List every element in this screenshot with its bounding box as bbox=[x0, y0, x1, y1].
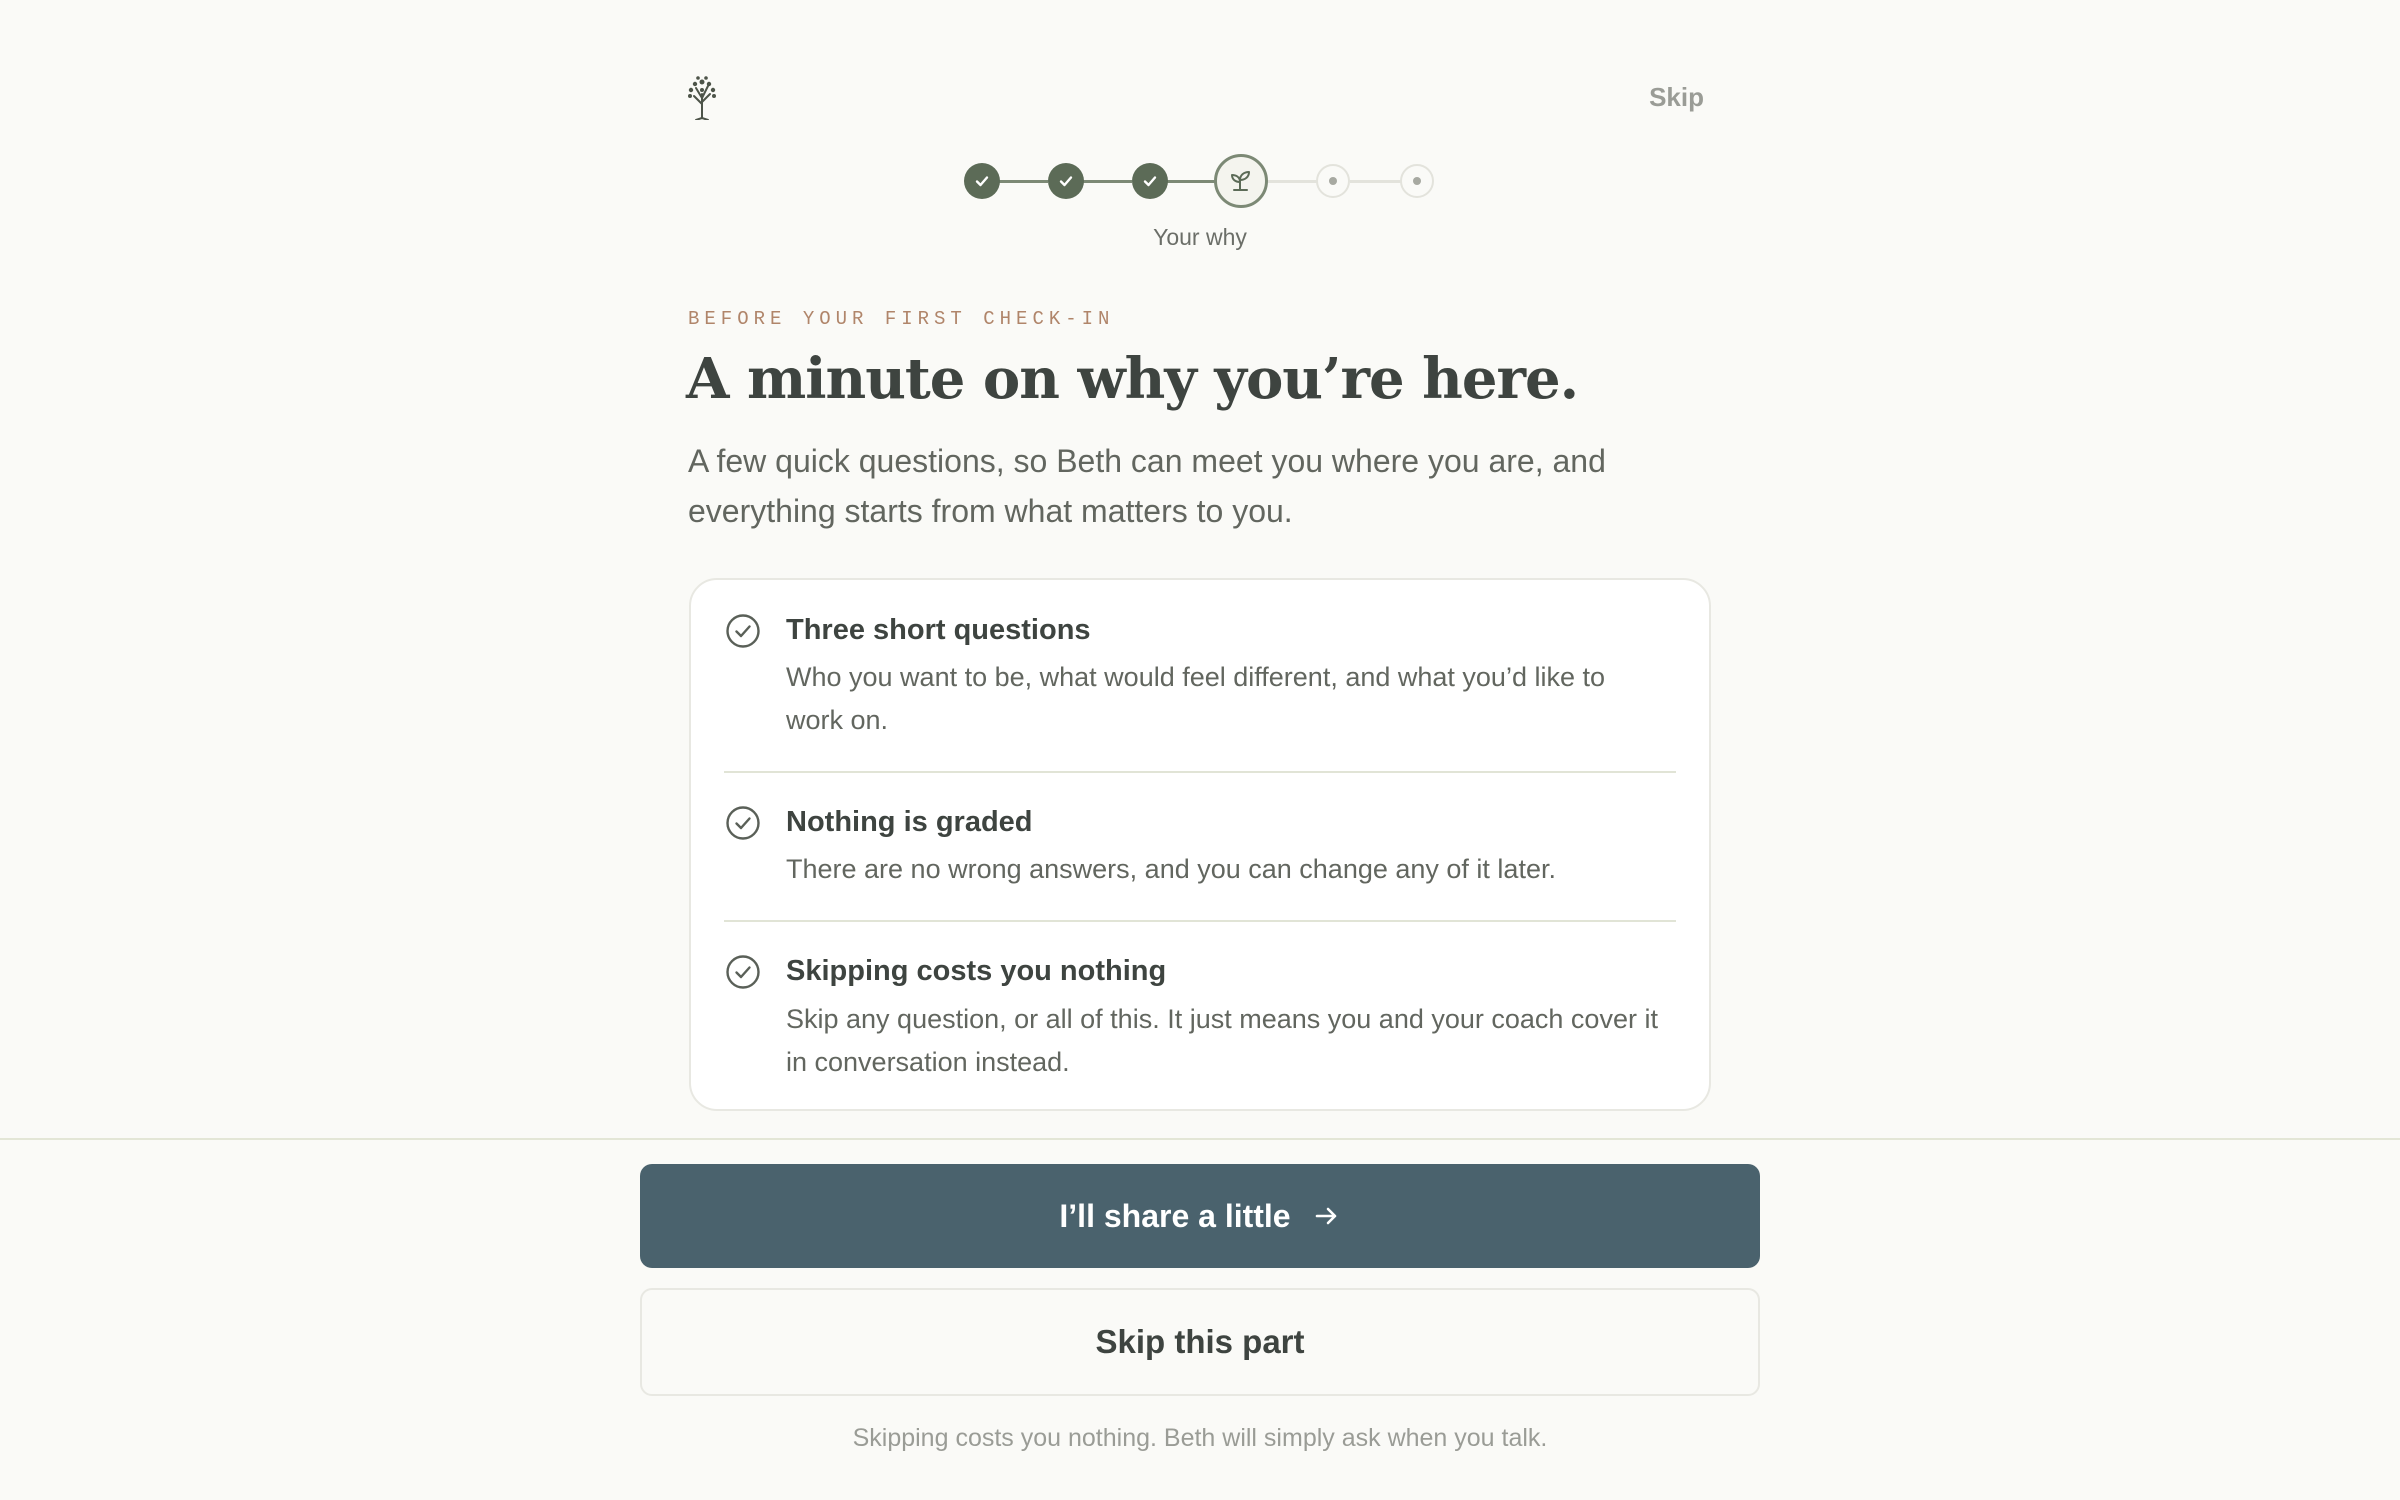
info-item-text: Skip any question, or all of this. It ju… bbox=[786, 1004, 1658, 1077]
step-4-current bbox=[1214, 154, 1268, 208]
step-1-complete bbox=[964, 163, 1000, 199]
check-circle-icon bbox=[726, 955, 760, 989]
info-item-text: There are no wrong answers, and you can … bbox=[786, 854, 1556, 884]
check-icon bbox=[1143, 176, 1157, 187]
share-button-label: I’ll share a little bbox=[1059, 1197, 1291, 1234]
step-6-upcoming bbox=[1400, 164, 1434, 198]
info-item-title: Skipping costs you nothing bbox=[786, 955, 1167, 987]
info-card: Three short questions Who you want to be… bbox=[689, 578, 1711, 1111]
divider bbox=[724, 771, 1676, 773]
current-step-label: Your why bbox=[1153, 224, 1247, 250]
step-connector bbox=[1268, 180, 1322, 183]
info-item-text: Who you want to be, what would feel diff… bbox=[786, 662, 1605, 735]
page-title: A minute on why you’re here. bbox=[686, 346, 1579, 412]
step-3-complete bbox=[1132, 163, 1168, 199]
step-5-upcoming bbox=[1316, 164, 1350, 198]
check-icon bbox=[1059, 176, 1073, 187]
arrow-right-icon bbox=[1315, 1207, 1336, 1225]
info-item-title: Three short questions bbox=[786, 614, 1091, 646]
step-connector bbox=[1350, 180, 1404, 183]
footer-divider bbox=[0, 1138, 2400, 1140]
check-circle-icon bbox=[726, 806, 760, 840]
eyebrow-label: BEFORE YOUR FIRST CHECK-IN bbox=[688, 308, 1115, 330]
page-subtitle: A few quick questions, so Beth can meet … bbox=[688, 443, 1606, 529]
check-icon bbox=[975, 176, 989, 187]
skip-footnote: Skipping costs you nothing. Beth will si… bbox=[852, 1424, 1548, 1452]
skip-link[interactable]: Skip bbox=[1649, 82, 1704, 113]
dot-icon bbox=[1329, 177, 1337, 185]
skip-this-part-button[interactable]: Skip this part bbox=[640, 1288, 1760, 1396]
sprout-icon bbox=[1231, 171, 1250, 191]
step-2-complete bbox=[1048, 163, 1084, 199]
dot-icon bbox=[1413, 177, 1421, 185]
share-a-little-button[interactable]: I’ll share a little bbox=[640, 1164, 1760, 1268]
info-item-title: Nothing is graded bbox=[786, 806, 1033, 838]
tree-logo-icon[interactable] bbox=[684, 74, 720, 120]
divider bbox=[724, 920, 1676, 922]
check-circle-icon bbox=[726, 614, 760, 648]
